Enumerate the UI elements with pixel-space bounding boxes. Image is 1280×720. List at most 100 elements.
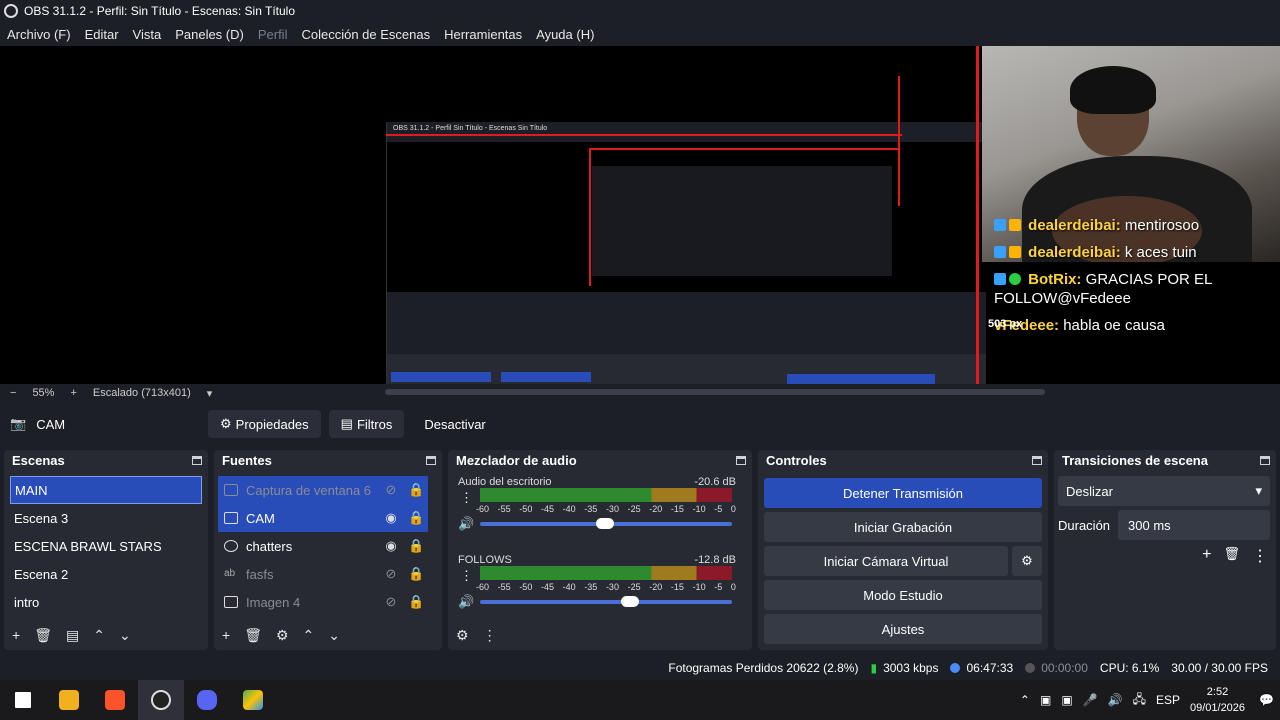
stream-live-icon [950, 663, 961, 673]
scene-item[interactable]: Escena 2 [10, 560, 202, 588]
eye-icon[interactable]: ◉ [384, 510, 398, 526]
more-options-icon[interactable]: ⋮ [460, 568, 473, 584]
zoom-in-button[interactable]: + [70, 387, 76, 399]
meter-tick-label: -35 [584, 504, 598, 514]
filter-icon: ▤ [340, 416, 353, 431]
network-icon[interactable]: 🖧 [1133, 690, 1146, 711]
transition-select[interactable]: Deslizar ▾ [1058, 476, 1270, 506]
move-up-icon[interactable]: ⌃ [93, 627, 105, 644]
scene-item[interactable]: intro [10, 588, 202, 616]
gear-icon[interactable]: ⚙ [276, 627, 289, 644]
scene-item[interactable]: ESCENA BRAWL STARS [10, 532, 202, 560]
meter-tick-label: -5 [714, 504, 723, 514]
scale-label: Escalado (713x401) [92, 387, 191, 399]
windows-start-icon[interactable] [0, 680, 46, 720]
move-up-icon[interactable]: ⌃ [303, 627, 315, 644]
deactivate-button[interactable]: Desactivar [412, 410, 497, 438]
volume-slider-knob[interactable] [596, 518, 614, 529]
start-virtual-camera-button[interactable]: Iniciar Cámara Virtual [764, 546, 1008, 576]
scenes-dock: Escenas MAIN Escena 3 ESCENA BRAWL STARS… [4, 450, 208, 650]
volume-icon[interactable]: 🔊 [1108, 693, 1123, 707]
menu-editar[interactable]: Editar [85, 27, 119, 42]
menu-herramientas[interactable]: Herramientas [444, 27, 522, 42]
speaker-icon[interactable]: 🔊 [458, 594, 474, 610]
gear-icon[interactable]: ⚙ [456, 627, 469, 644]
lock-icon[interactable]: 🔒 [408, 482, 424, 498]
source-item[interactable]: chatters ◉ 🔒 [218, 532, 428, 560]
more-options-icon[interactable]: ⋮ [1252, 546, 1268, 566]
trash-icon[interactable]: 🗑 [34, 627, 52, 644]
menu-archivo[interactable]: Archivo (F) [7, 27, 71, 42]
undock-icon[interactable] [1032, 455, 1042, 465]
menu-vista[interactable]: Vista [133, 27, 162, 42]
source-item[interactable]: Captura de ventana 6 ⊘ 🔒 [218, 476, 428, 504]
eye-hidden-icon[interactable]: ⊘ [384, 482, 398, 498]
clock[interactable]: 2:52 09/01/2026 [1190, 684, 1245, 716]
lock-icon[interactable]: 🔒 [408, 594, 424, 610]
lock-icon[interactable]: 🔒 [408, 538, 424, 554]
track-name: FOLLOWS [458, 554, 512, 566]
eye-hidden-icon[interactable]: ⊘ [384, 566, 398, 582]
language-indicator[interactable]: ESP [1156, 693, 1180, 707]
scale-dropdown-icon[interactable]: ▾ [207, 387, 213, 400]
trash-icon[interactable]: 🗑 [1223, 546, 1240, 566]
preview-scrollbar[interactable] [385, 389, 1045, 395]
move-down-icon[interactable]: ⌄ [119, 627, 131, 644]
lock-icon[interactable]: 🔒 [408, 566, 424, 582]
speaker-icon[interactable]: 🔊 [458, 516, 474, 532]
stop-stream-button[interactable]: Detener Transmisión [764, 478, 1042, 508]
scene-item[interactable]: Escena 3 [10, 504, 202, 532]
tray-app-icon[interactable]: ▣ [1061, 693, 1072, 707]
properties-button[interactable]: ⚙ Propiedades [208, 410, 321, 438]
obs-taskbar-icon[interactable] [138, 680, 184, 720]
microphone-icon[interactable]: 🎤 [1083, 693, 1098, 707]
meter-tick-label: -40 [562, 582, 576, 592]
undock-icon[interactable] [1260, 455, 1270, 465]
studio-mode-button[interactable]: Modo Estudio [764, 580, 1042, 610]
add-scene-icon[interactable]: + [12, 627, 20, 643]
duration-input[interactable]: 300 ms [1118, 510, 1270, 540]
source-item[interactable]: Imagen 4 ⊘ 🔒 [218, 588, 428, 616]
camera-icon: 📷 [10, 416, 27, 431]
scene-item[interactable]: MAIN [10, 476, 202, 504]
trash-icon[interactable]: 🗑 [244, 627, 262, 644]
brave-browser-icon[interactable] [92, 680, 138, 720]
settings-button[interactable]: Ajustes [764, 614, 1042, 644]
volume-slider-knob[interactable] [621, 596, 639, 607]
meter-tick-label: -55 [497, 504, 511, 514]
start-recording-button[interactable]: Iniciar Grabación [764, 512, 1042, 542]
undock-icon[interactable] [736, 455, 746, 465]
eye-hidden-icon[interactable]: ⊘ [384, 594, 398, 610]
volume-slider[interactable] [480, 518, 732, 529]
chevron-up-icon[interactable]: ⌃ [1020, 693, 1030, 707]
tray-app-icon[interactable]: ▣ [1040, 693, 1051, 707]
undock-icon[interactable] [192, 455, 202, 465]
meter-tick-label: -50 [519, 504, 533, 514]
notifications-icon[interactable]: 💬 [1259, 693, 1274, 707]
virtual-camera-settings-icon[interactable]: ⚙ [1012, 546, 1042, 576]
add-transition-icon[interactable]: + [1202, 546, 1211, 566]
volume-slider[interactable] [480, 596, 732, 607]
taskbar: ⌃ ▣ ▣ 🎤 🔊 🖧 ESP 2:52 09/01/2026 💬 [0, 680, 1280, 720]
more-options-icon[interactable]: ⋮ [483, 627, 497, 644]
bluestacks-icon[interactable] [230, 680, 276, 720]
filters-button[interactable]: ▤ Filtros [328, 410, 405, 438]
source-item[interactable]: ab fasfs ⊘ 🔒 [218, 560, 428, 588]
filter-icon[interactable]: ▤ [66, 627, 79, 644]
discord-icon[interactable] [184, 680, 230, 720]
file-explorer-icon[interactable] [46, 680, 92, 720]
menu-paneles[interactable]: Paneles (D) [175, 27, 244, 42]
eye-icon[interactable]: ◉ [384, 538, 398, 554]
zoom-out-button[interactable]: − [10, 387, 16, 399]
menu-ayuda[interactable]: Ayuda (H) [536, 27, 594, 42]
menu-coleccion-escenas[interactable]: Colección de Escenas [301, 27, 430, 42]
lock-icon[interactable]: 🔒 [408, 510, 424, 526]
undock-icon[interactable] [426, 455, 436, 465]
more-options-icon[interactable]: ⋮ [460, 490, 473, 506]
signal-bars-icon: ▮ [870, 661, 878, 675]
source-item[interactable]: CAM ◉ 🔒 [218, 504, 428, 532]
meter-tick-label: -35 [584, 582, 598, 592]
meter-scale: -60 -55 -50 -45 -40 -35 -30 -25 -20 -15 -10 -5 0 [476, 582, 736, 592]
move-down-icon[interactable]: ⌄ [328, 627, 340, 644]
add-source-icon[interactable]: + [222, 627, 230, 643]
